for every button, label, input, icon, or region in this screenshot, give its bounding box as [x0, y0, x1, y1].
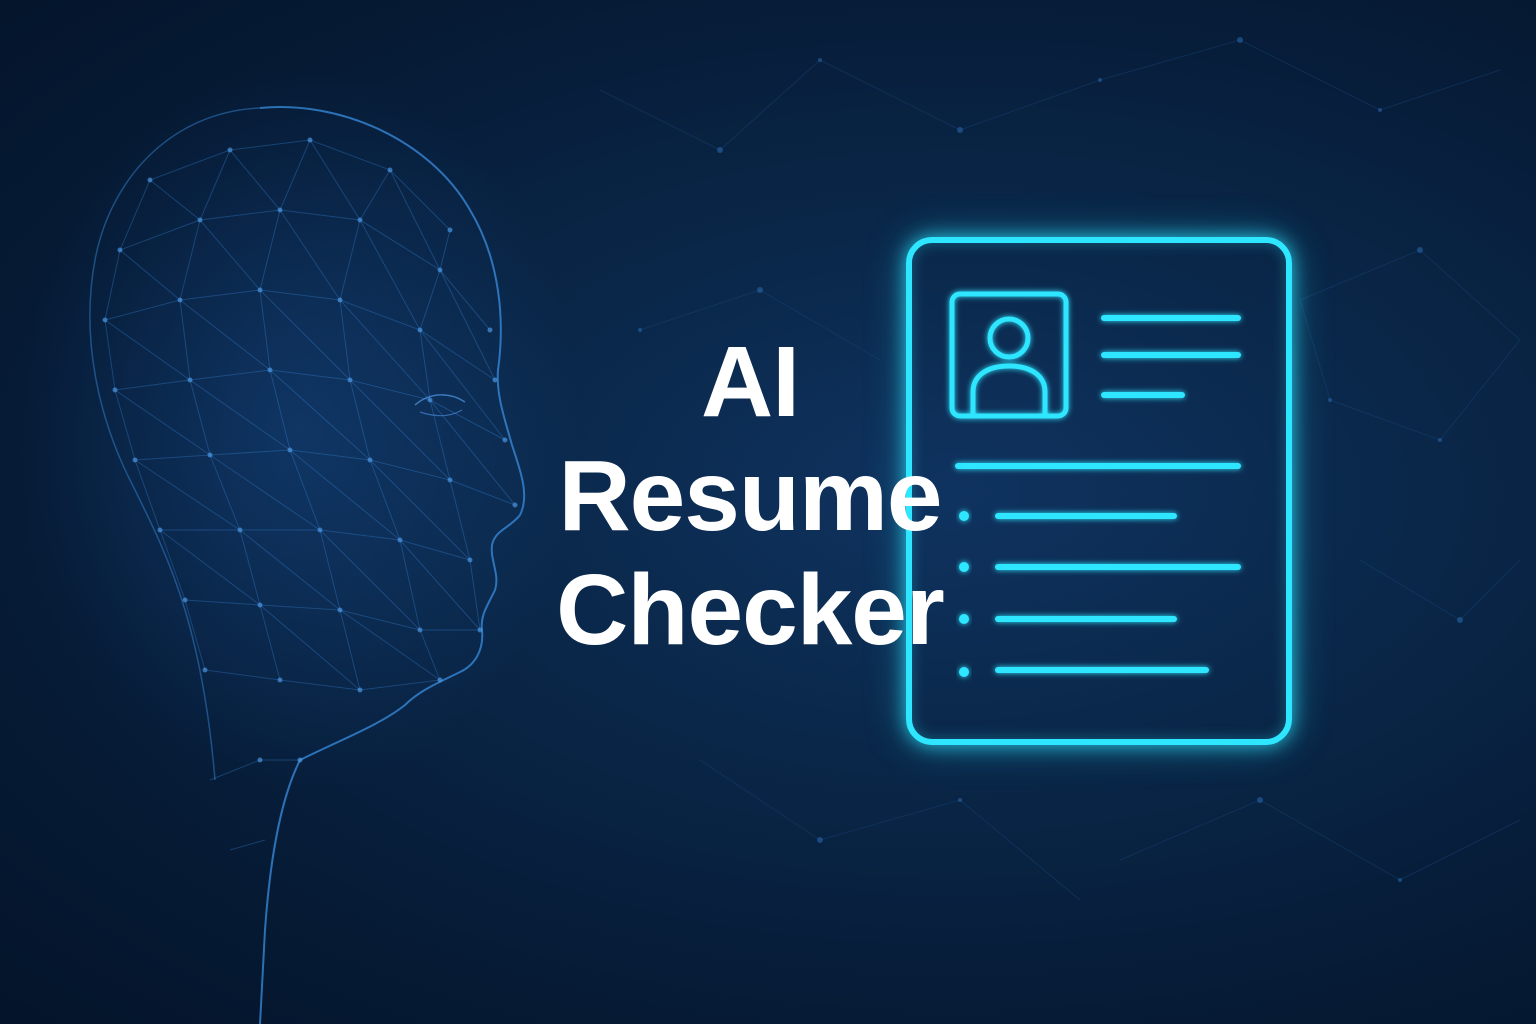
headline-line-ai: AI — [701, 326, 800, 438]
hero-banner: AI Resume Checker — [0, 0, 1536, 1024]
headline-line-checker: Checker — [556, 554, 945, 666]
headline-line-resume: Resume — [558, 440, 942, 552]
headline: AI Resume Checker — [500, 325, 1000, 667]
